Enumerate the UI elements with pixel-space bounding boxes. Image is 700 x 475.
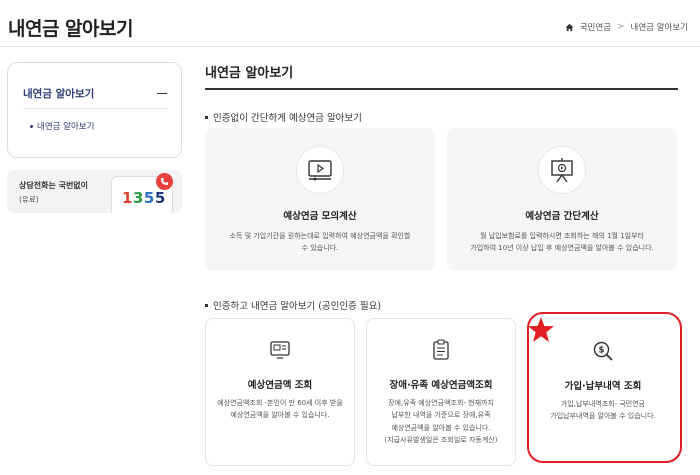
phone-number: 1355 <box>122 189 166 207</box>
card-disability-survivor[interactable]: 장애·유족 예상연금액조회 장애,유족 예상연금액조회- 현재까지 납부한 내역… <box>366 318 516 466</box>
card-simple-calc[interactable]: 예상연금 간단계산 월 납입보험료를 입력하시면 조회하는 해의 1월 1일부터… <box>447 128 677 271</box>
presentation-icon <box>538 146 586 194</box>
card-title: 장애·유족 예상연금액조회 <box>389 380 493 391</box>
card-description: 장애,유족 예상연금액조회- 현재까지 납부한 내역을 기준으로 장애,유족 예… <box>384 399 498 444</box>
sidebar-divider <box>23 108 167 109</box>
monitor-card-icon <box>265 335 295 365</box>
breadcrumb-separator: > <box>617 22 625 32</box>
bullet-icon <box>30 125 33 128</box>
section-title-auth: 인증하고 내연금 알아보기 (공인인증 필요) <box>205 298 381 312</box>
video-play-icon <box>296 146 344 194</box>
page-title: 내연금 알아보기 <box>8 18 133 40</box>
section-title-no-auth: 인증없이 간단하게 예상연금 알아보기 <box>205 110 362 124</box>
card-description: 예상연금액조회 -본인이 만 60세 이후 받을 예상연금액을 알아볼 수 있습… <box>217 399 343 420</box>
header-divider <box>0 46 700 47</box>
sidebar-item-label: 내연금 알아보기 <box>37 122 95 132</box>
card-title: 예상연금 간단계산 <box>525 211 599 222</box>
card-title: 예상연금액 조회 <box>247 380 313 391</box>
sidebar-menu: 내연금 알아보기 내연금 알아보기 <box>7 62 182 158</box>
bullet-icon <box>205 303 208 307</box>
phone-icon <box>156 173 173 190</box>
card-title: 예상연금 모의계산 <box>283 211 357 222</box>
sidebar-menu-title: 내연금 알아보기 <box>23 88 95 100</box>
phone-label: 상담전화는 국번없이 <box>19 181 89 190</box>
card-simulation[interactable]: 예상연금 모의계산 소득 및 가입기간을 원하는대로 입력하여 예상연금액을 확… <box>205 128 435 271</box>
breadcrumb-item[interactable]: 국민연금 <box>580 21 611 33</box>
breadcrumb-item-current: 내연금 알아보기 <box>630 23 688 33</box>
phone-note: (유료) <box>19 195 39 204</box>
sidebar-item-pension[interactable]: 내연금 알아보기 <box>30 120 94 132</box>
phone-info-box: 상담전화는 국번없이 (유료) 1355 <box>7 170 182 213</box>
main-title: 내연금 알아보기 <box>205 66 294 81</box>
home-icon[interactable] <box>565 23 574 32</box>
bullet-icon <box>205 115 208 119</box>
card-description: 소득 및 가입기간을 원하는대로 입력하여 예상연금액을 확인할 수 있습니다. <box>229 232 411 253</box>
sidebar-menu-header[interactable]: 내연금 알아보기 <box>23 86 167 101</box>
main-title-divider <box>205 88 678 90</box>
breadcrumb: 국민연금 > 내연금 알아보기 <box>565 21 688 33</box>
card-expected-pension[interactable]: 예상연금액 조회 예상연금액조회 -본인이 만 60세 이후 받을 예상연금액을… <box>205 318 355 466</box>
star-icon <box>528 317 554 342</box>
minus-icon[interactable] <box>157 92 167 95</box>
clipboard-icon <box>426 335 456 365</box>
card-description: 월 납입보험료를 입력하시면 조회하는 해의 1월 1일부터 가입하여 10년 … <box>470 232 654 253</box>
